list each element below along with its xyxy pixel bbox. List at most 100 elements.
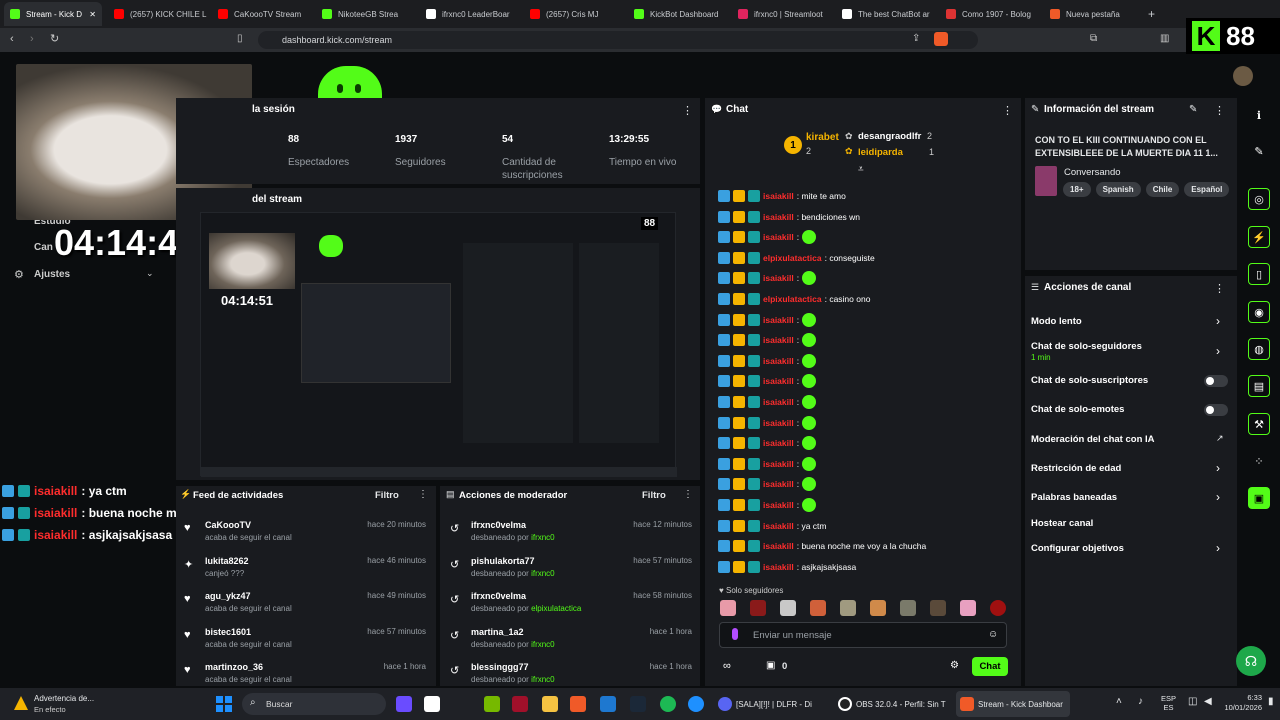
url-field[interactable]: dashboard.kick.com/stream bbox=[258, 31, 978, 49]
emotes-only-toggle[interactable] bbox=[1204, 404, 1228, 416]
emoji-icon[interactable]: ☺ bbox=[988, 629, 998, 640]
chat-username[interactable]: isaiakill bbox=[763, 356, 794, 366]
chat-username[interactable]: isaiakill bbox=[763, 335, 794, 345]
microphone-icon[interactable]: ♪ bbox=[1138, 696, 1143, 707]
activity-user[interactable]: bistec1601 bbox=[205, 627, 251, 637]
more-options-icon[interactable]: ⋮ bbox=[1214, 104, 1225, 117]
taskbar-app-obs[interactable]: OBS 32.0.4 - Perfil: Sin T bbox=[838, 693, 950, 715]
lightning-icon[interactable]: ⚡ bbox=[1248, 226, 1270, 248]
store-icon[interactable] bbox=[424, 696, 440, 712]
layout-icon[interactable]: ▤ bbox=[1248, 375, 1270, 397]
moderator-name[interactable]: elpixulatactica bbox=[531, 604, 581, 613]
chat-username[interactable]: isaiakill bbox=[763, 315, 794, 325]
emote-icon[interactable] bbox=[750, 600, 766, 616]
back-icon[interactable]: ‹ bbox=[10, 33, 14, 45]
spotify-icon[interactable] bbox=[660, 696, 676, 712]
chat-username[interactable]: elpixulatactica bbox=[763, 253, 822, 263]
activity-filter-button[interactable]: Filtro bbox=[375, 490, 399, 501]
tag-chip[interactable]: Español bbox=[1184, 182, 1230, 197]
category-name[interactable]: Conversando bbox=[1064, 167, 1121, 178]
microphone-icon[interactable] bbox=[732, 628, 738, 640]
tab-new[interactable]: Nueva pestaña bbox=[1044, 2, 1134, 26]
reload-icon[interactable]: ↻ bbox=[50, 32, 59, 45]
chat-username[interactable]: isaiakill bbox=[763, 459, 794, 469]
more-options-icon[interactable]: ⋮ bbox=[418, 489, 428, 500]
outlook-icon[interactable] bbox=[600, 696, 616, 712]
tab-stream-kick[interactable]: Stream - Kick D ✕ bbox=[4, 2, 102, 26]
clock[interactable]: 6:33 10/01/2026 bbox=[1222, 693, 1262, 713]
dots-icon[interactable]: ⁘ bbox=[1248, 450, 1270, 472]
mod-target-user[interactable]: blessinggg77 bbox=[471, 662, 529, 672]
chat-username[interactable]: isaiakill bbox=[763, 562, 794, 572]
chat-username[interactable]: isaiakill bbox=[763, 418, 794, 428]
chrome-icon[interactable] bbox=[688, 696, 704, 712]
age-restriction-item[interactable]: Restricción de edad bbox=[1031, 463, 1121, 474]
moderator-name[interactable]: ifrxnc0 bbox=[531, 675, 555, 684]
mod-target-user[interactable]: ifrxnc0velma bbox=[471, 520, 526, 530]
chat-username[interactable]: isaiakill bbox=[763, 397, 794, 407]
emote-icon[interactable] bbox=[930, 600, 946, 616]
emote-icon[interactable] bbox=[810, 600, 826, 616]
collapse-icon[interactable]: ⩡ bbox=[858, 164, 864, 175]
moderator-name[interactable]: ifrxnc0 bbox=[531, 533, 555, 542]
modactions-filter-button[interactable]: Filtro bbox=[642, 490, 666, 501]
notification-icon[interactable]: ▮ bbox=[1268, 696, 1274, 707]
banned-words-item[interactable]: Palabras baneadas bbox=[1031, 492, 1117, 503]
language-indicator[interactable]: ESP ES bbox=[1161, 694, 1176, 712]
chat-username[interactable]: isaiakill bbox=[763, 500, 794, 510]
chat-username[interactable]: isaiakill bbox=[763, 438, 794, 448]
taskbar-search[interactable]: ⌕ Buscar bbox=[242, 693, 386, 715]
activity-user[interactable]: agu_ykz47 bbox=[205, 591, 251, 601]
emote-icon[interactable] bbox=[720, 600, 736, 616]
tag-chip[interactable]: Chile bbox=[1145, 182, 1180, 197]
folder-icon[interactable] bbox=[542, 696, 558, 712]
more-options-icon[interactable]: ⋮ bbox=[1002, 104, 1013, 117]
more-options-icon[interactable]: ⋮ bbox=[683, 489, 693, 500]
chat-username[interactable]: isaiakill bbox=[763, 191, 794, 201]
new-tab-button[interactable]: + bbox=[1142, 2, 1162, 26]
bookmark-icon[interactable]: ▯ bbox=[237, 33, 243, 44]
target-icon[interactable]: ◎ bbox=[1248, 188, 1270, 210]
gamepad-icon[interactable]: ▣ bbox=[1248, 487, 1270, 509]
edit-icon[interactable]: ✎ bbox=[1189, 104, 1197, 115]
tab-streamloots[interactable]: ifrxnc0 | Streamloot bbox=[732, 2, 832, 26]
chat-username[interactable]: isaiakill bbox=[763, 232, 794, 242]
taskbar-app-browser[interactable]: Stream - Kick Dashboar bbox=[956, 691, 1070, 717]
chat-settings-icon[interactable]: ⚙ bbox=[950, 660, 959, 671]
volume-icon[interactable]: ◀ bbox=[1204, 696, 1212, 707]
host-channel-item[interactable]: Hostear canal bbox=[1031, 518, 1093, 529]
chat-username[interactable]: isaiakill bbox=[763, 376, 794, 386]
emote-icon[interactable] bbox=[870, 600, 886, 616]
chat-bubble-icon[interactable]: ◉ bbox=[1248, 301, 1270, 323]
broadcast-icon[interactable]: ◍ bbox=[1248, 338, 1270, 360]
moderator-name[interactable]: ifrxnc0 bbox=[531, 640, 555, 649]
tab-chatbot[interactable]: The best ChatBot ar bbox=[836, 2, 936, 26]
mod-target-user[interactable]: pishulakorta77 bbox=[471, 556, 535, 566]
tab-kick-chile[interactable]: (2657) KICK CHILE L bbox=[108, 2, 208, 26]
chat-input[interactable]: Enviar un mensaje ☺ bbox=[719, 622, 1007, 648]
chat-username[interactable]: isaiakill bbox=[763, 521, 794, 531]
chat-username[interactable]: isaiakill bbox=[763, 212, 794, 222]
moderator-name[interactable]: ifrxnc0 bbox=[531, 569, 555, 578]
activity-user[interactable]: CaKoooTV bbox=[205, 520, 251, 530]
mod-target-user[interactable]: martina_1a2 bbox=[471, 627, 524, 637]
taskbar-app-discord[interactable]: [SALA][!]! | DLFR - Di bbox=[718, 693, 828, 715]
followers-only-item[interactable]: Chat de solo-seguidores bbox=[1031, 341, 1142, 352]
brave-shield-icon[interactable] bbox=[934, 32, 948, 46]
mod-target-user[interactable]: ifrxnc0velma bbox=[471, 591, 526, 601]
nvidia-icon[interactable] bbox=[484, 696, 500, 712]
sidebar-item-canal[interactable]: Can bbox=[34, 242, 53, 253]
slow-mode-item[interactable]: Modo lento bbox=[1031, 316, 1082, 327]
tab-como[interactable]: Como 1907 - Bolog bbox=[940, 2, 1040, 26]
top-gifter-name[interactable]: leidiparda bbox=[858, 147, 903, 158]
copilot-icon[interactable] bbox=[396, 696, 412, 712]
sidebar-toggle-icon[interactable]: ▥ bbox=[1160, 33, 1169, 44]
ai-moderation-item[interactable]: Moderación del chat con IA bbox=[1031, 434, 1155, 445]
tab-leaderboard[interactable]: ifrxnc0 LeaderBoar bbox=[420, 2, 520, 26]
phone-icon[interactable]: ▯ bbox=[1248, 263, 1270, 285]
chat-username[interactable]: isaiakill bbox=[763, 541, 794, 551]
emote-icon[interactable] bbox=[840, 600, 856, 616]
subscribers-only-toggle[interactable] bbox=[1204, 375, 1228, 387]
activity-user[interactable]: lukita8262 bbox=[205, 556, 249, 566]
pencil-icon[interactable]: ✎ bbox=[1248, 140, 1270, 162]
